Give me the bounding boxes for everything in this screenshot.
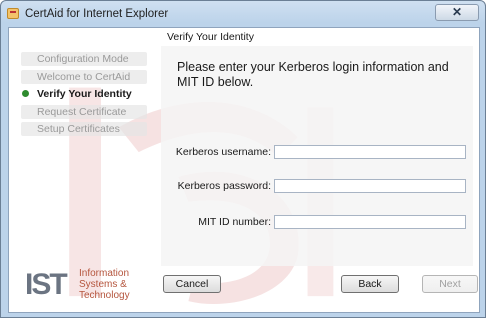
- logo-line: Technology: [79, 290, 130, 301]
- window-title: CertAid for Internet Explorer: [25, 8, 169, 20]
- instructions-text: Please enter your Kerberos login informa…: [177, 60, 449, 89]
- page-title: Verify Your Identity: [167, 31, 254, 43]
- page-header: Verify Your Identity: [159, 28, 479, 46]
- identity-form-panel: Please enter your Kerberos login informa…: [161, 46, 473, 266]
- mit-id-input[interactable]: [274, 215, 466, 229]
- step-label: Setup Certificates: [37, 123, 120, 135]
- current-step-icon: [22, 90, 29, 97]
- password-label: Kerberos password:: [177, 180, 271, 192]
- ist-logo-text: Information Systems & Technology: [79, 268, 130, 301]
- close-icon: ✕: [451, 5, 463, 19]
- logo-line: Information: [79, 268, 130, 279]
- ist-logo: IST Information Systems & Technology: [25, 266, 155, 306]
- step-label: Configuration Mode: [37, 53, 129, 65]
- step-setup-certificates: Setup Certificates: [21, 122, 147, 136]
- ist-logo-mark: IST: [25, 268, 68, 301]
- close-button[interactable]: ✕: [435, 4, 479, 21]
- username-label: Kerberos username:: [175, 146, 271, 158]
- step-configuration-mode: Configuration Mode: [21, 52, 147, 66]
- title-bar[interactable]: CertAid for Internet Explorer ✕: [1, 1, 485, 27]
- logo-line: Systems &: [79, 279, 127, 290]
- mit-id-label: MIT ID number:: [198, 216, 271, 228]
- certaid-window: CertAid for Internet Explorer ✕ Configur…: [0, 0, 486, 318]
- step-welcome: Welcome to CertAid: [21, 70, 147, 84]
- next-button[interactable]: Next: [422, 275, 478, 293]
- cancel-button[interactable]: Cancel: [163, 275, 221, 293]
- back-button[interactable]: Back: [341, 275, 399, 293]
- step-request-certificate: Request Certificate: [21, 105, 147, 119]
- app-icon: [7, 8, 19, 19]
- step-label: Request Certificate: [37, 106, 127, 118]
- kerberos-username-input[interactable]: [274, 145, 466, 159]
- step-verify-identity: Verify Your Identity: [21, 87, 147, 101]
- wizard-client-area: Configuration Mode Welcome to CertAid Ve…: [8, 27, 480, 313]
- step-label: Welcome to CertAid: [37, 71, 131, 83]
- kerberos-password-input[interactable]: [274, 179, 466, 193]
- step-label: Verify Your Identity: [37, 88, 132, 100]
